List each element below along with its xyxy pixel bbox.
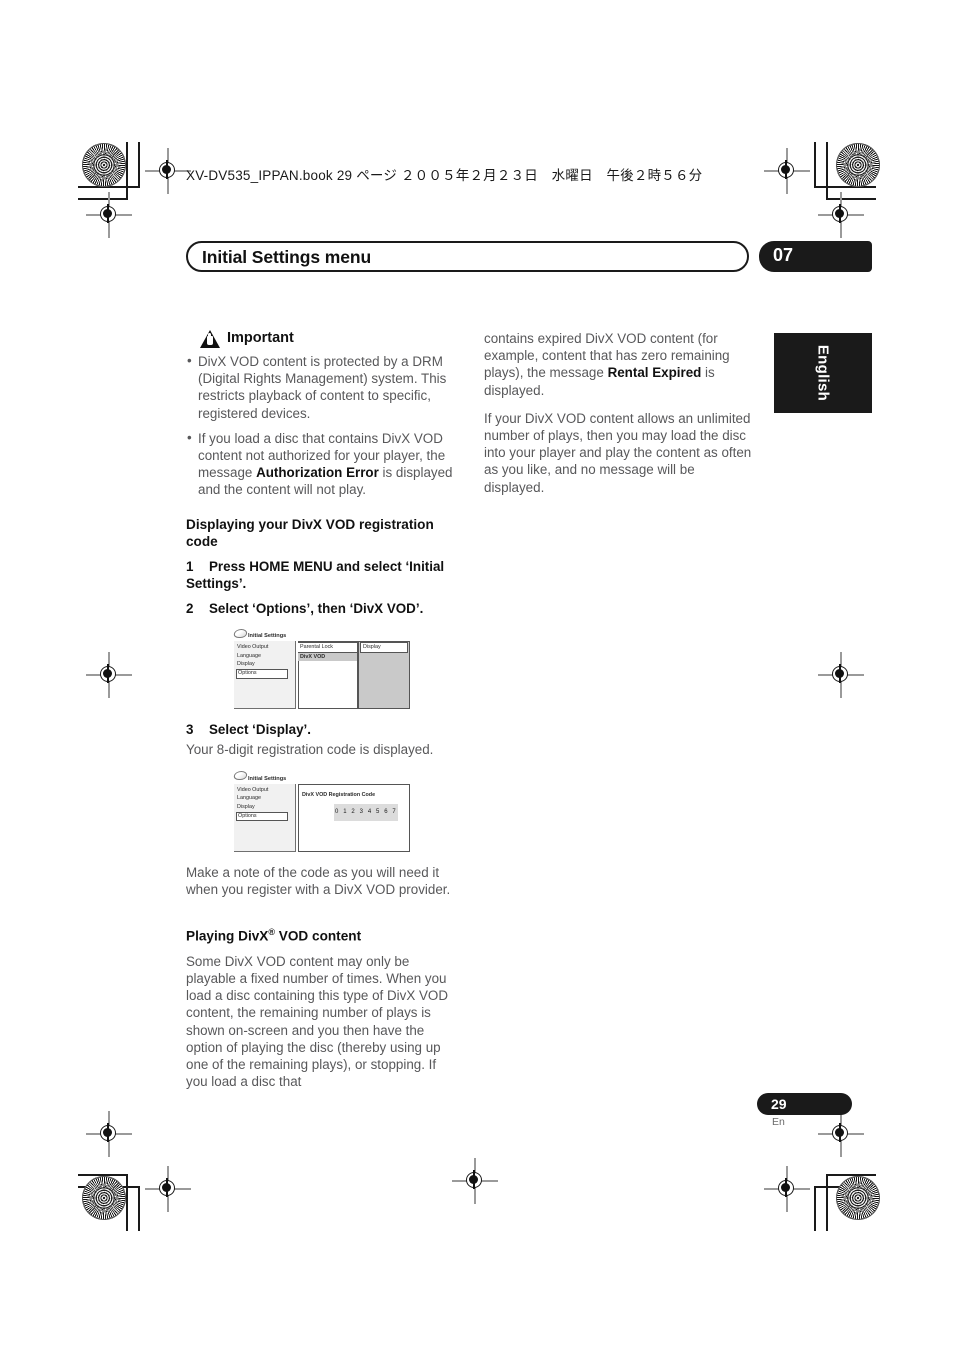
list-item: If you load a disc that contains DivX VO… xyxy=(186,429,460,499)
important-bullet-list: DivX VOD content is protected by a DRM (… xyxy=(186,352,460,499)
page-number-badge: 29 xyxy=(757,1093,852,1115)
section-heading-post: VOD content xyxy=(275,928,362,944)
section-heading-pre: Playing DivX xyxy=(186,928,269,944)
chapter-title: Initial Settings menu xyxy=(202,247,372,267)
chapter-number-badge: 07 xyxy=(759,241,872,272)
step-2-text: Select ‘Options’, then ‘DivX VOD’. xyxy=(209,600,424,616)
language-tab: English xyxy=(774,333,872,413)
chapter-title-bar: Initial Settings menu xyxy=(186,241,749,272)
registration-crosshair xyxy=(764,1166,810,1212)
osd-menu-item: Video Output xyxy=(237,786,269,793)
disc-icon xyxy=(233,771,248,781)
bullet-text: DivX VOD content is protected by a DRM (… xyxy=(198,354,447,421)
osd-menu-item: Display xyxy=(237,661,255,668)
page-number-language-suffix: En xyxy=(772,1116,785,1128)
trim-line xyxy=(826,1174,876,1176)
step-2: 2 Select ‘Options’, then ‘DivX VOD’. xyxy=(186,600,460,618)
step-1: 1 Press HOME MENU and select ‘Initial Set… xyxy=(186,558,460,593)
right-column: contains expired DivX VOD content (for e… xyxy=(484,330,758,507)
step-1-number: 1 xyxy=(186,558,194,574)
left-column: Important DivX VOD content is protected … xyxy=(186,330,460,1101)
registration-crosshair xyxy=(86,652,132,698)
trim-line xyxy=(138,1186,140,1231)
osd-menu-item: Language xyxy=(237,652,261,659)
osd-menu-item: Display xyxy=(237,804,255,811)
book-file-header: XV-DV535_IPPAN.book 29 ページ ２００５年２月２３日 水曜… xyxy=(186,168,703,183)
bullet-text-bold: Authorization Error xyxy=(256,465,379,481)
osd-menu-item: Video Output xyxy=(237,644,269,651)
registration-crosshair xyxy=(86,1111,132,1157)
playing-divx-body: Some DivX VOD content may only be playab… xyxy=(186,953,448,1090)
trim-line xyxy=(126,1174,128,1231)
registration-crosshair xyxy=(818,192,864,238)
trim-line xyxy=(814,142,816,187)
osd-right-panel-label: Display xyxy=(360,642,408,653)
trim-line xyxy=(814,1186,816,1231)
step-3-text: Select ‘Display’. xyxy=(209,722,311,738)
osd-menu-item: Parental Lock xyxy=(298,642,357,653)
important-heading: Important xyxy=(186,330,460,348)
osd-screen-divx-vod-menu: Initial Settings Video Output Language D… xyxy=(230,625,414,714)
osd-registration-code-value: 0 1 2 3 4 5 6 7 xyxy=(334,803,399,822)
step-3-note: Your 8-digit registration code is displa… xyxy=(186,741,434,757)
registration-rosette xyxy=(836,143,880,187)
trim-line xyxy=(826,1174,828,1231)
osd-middle-menu-list: Parental Lock DivX VOD xyxy=(298,642,358,661)
registration-crosshair xyxy=(86,192,132,238)
registration-crosshair xyxy=(764,148,810,194)
warning-triangle-icon xyxy=(200,330,220,348)
registration-rosette xyxy=(82,1176,126,1220)
list-item: DivX VOD content is protected by a DRM (… xyxy=(186,352,460,422)
step-1-text: Press HOME MENU and select ‘Initial Sett… xyxy=(186,558,445,592)
step-3: 3 Select ‘Display’. xyxy=(186,721,460,739)
right-paragraph-1: contains expired DivX VOD content (for e… xyxy=(484,330,758,399)
step-3-number: 3 xyxy=(186,722,194,738)
trim-line xyxy=(138,142,140,187)
trim-line xyxy=(126,142,128,199)
chapter-number: 07 xyxy=(773,245,794,265)
osd-left-menu-list: Video Output Language Display Options xyxy=(236,643,294,679)
registered-mark: ® xyxy=(268,927,275,938)
language-tab-label: English xyxy=(814,344,832,402)
osd-left-menu-list: Video Output Language Display Options xyxy=(236,786,294,822)
step-2-number: 2 xyxy=(186,600,194,616)
trim-line xyxy=(814,186,876,188)
registration-crosshair xyxy=(145,1166,191,1212)
trim-line xyxy=(826,142,828,199)
osd-screen-registration-code: Initial Settings Video Output Language D… xyxy=(230,767,414,856)
registration-crosshair xyxy=(818,1111,864,1157)
registration-rosette xyxy=(82,143,126,187)
osd-menu-item-selected: Options xyxy=(236,668,288,679)
registration-code-note: Make a note of the code as you will need… xyxy=(186,864,451,898)
section-heading-registration: Displaying your DivX VOD registration co… xyxy=(186,516,434,549)
page-number: 29 xyxy=(771,1096,787,1112)
important-title: Important xyxy=(227,330,294,347)
registration-crosshair xyxy=(452,1158,498,1204)
paragraph-bold: Rental Expired xyxy=(607,365,702,381)
registration-rosette xyxy=(836,1176,880,1220)
disc-icon xyxy=(233,628,248,638)
right-paragraph-2: If your DivX VOD content allows an unlim… xyxy=(484,410,752,495)
section-heading-playing-divx: Playing DivX® VOD content xyxy=(186,924,460,945)
registration-crosshair xyxy=(818,652,864,698)
osd-code-panel-title: DivX VOD Registration Code xyxy=(302,791,376,798)
osd-menu-item-selected: Options xyxy=(236,811,288,822)
osd-menu-item: Language xyxy=(237,795,261,802)
osd-menu-item-highlighted: DivX VOD xyxy=(298,652,357,661)
registration-crosshair xyxy=(145,148,191,194)
